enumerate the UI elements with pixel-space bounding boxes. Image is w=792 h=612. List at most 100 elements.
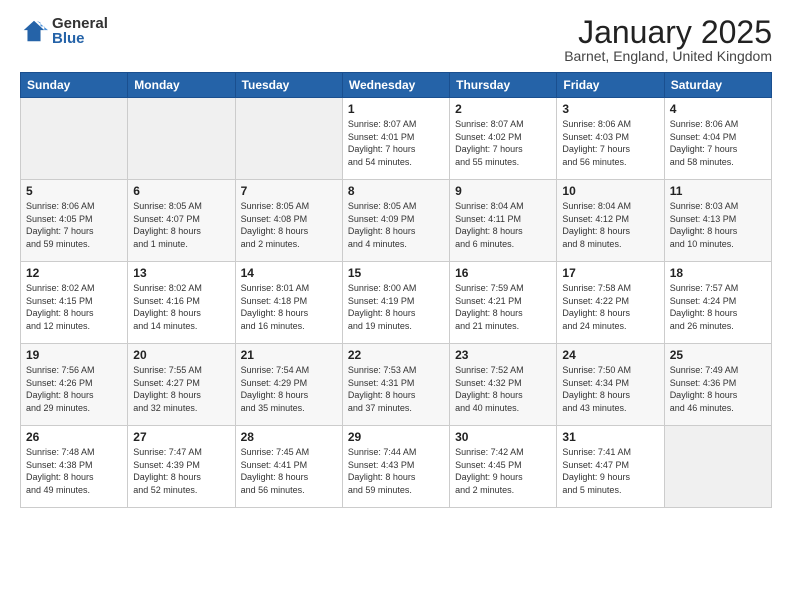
day-number: 16 bbox=[455, 266, 551, 280]
calendar-cell bbox=[21, 98, 128, 180]
calendar-cell: 11 Sunrise: 8:03 AM Sunset: 4:13 PM Dayli… bbox=[664, 180, 771, 262]
weekday-row: Sunday Monday Tuesday Wednesday Thursday… bbox=[21, 73, 772, 98]
day-number: 19 bbox=[26, 348, 122, 362]
day-number: 11 bbox=[670, 184, 766, 198]
day-info: Sunrise: 8:00 AM Sunset: 4:19 PM Dayligh… bbox=[348, 282, 444, 332]
day-number: 18 bbox=[670, 266, 766, 280]
calendar-week-2: 5Sunrise: 8:06 AM Sunset: 4:05 PM Daylig… bbox=[21, 180, 772, 262]
day-number: 9 bbox=[455, 184, 551, 198]
day-info: Sunrise: 8:07 AM Sunset: 4:02 PM Dayligh… bbox=[455, 118, 551, 168]
calendar-cell: 22Sunrise: 7:53 AM Sunset: 4:31 PM Dayli… bbox=[342, 344, 449, 426]
day-info: Sunrise: 7:48 AM Sunset: 4:38 PM Dayligh… bbox=[26, 446, 122, 496]
logo-text: General Blue bbox=[52, 16, 108, 46]
day-number: 4 bbox=[670, 102, 766, 116]
day-number: 28 bbox=[241, 430, 337, 444]
day-number: 27 bbox=[133, 430, 229, 444]
day-info: Sunrise: 8:06 AM Sunset: 4:03 PM Dayligh… bbox=[562, 118, 658, 168]
day-number: 15 bbox=[348, 266, 444, 280]
calendar-cell: 5Sunrise: 8:06 AM Sunset: 4:05 PM Daylig… bbox=[21, 180, 128, 262]
calendar-cell: 2 Sunrise: 8:07 AM Sunset: 4:02 PM Daylig… bbox=[450, 98, 557, 180]
calendar-cell: 3 Sunrise: 8:06 AM Sunset: 4:03 PM Daylig… bbox=[557, 98, 664, 180]
day-info: Sunrise: 8:02 AM Sunset: 4:15 PM Dayligh… bbox=[26, 282, 122, 332]
month-title: January 2025 bbox=[564, 16, 772, 48]
day-info: Sunrise: 7:54 AM Sunset: 4:29 PM Dayligh… bbox=[241, 364, 337, 414]
day-number: 7 bbox=[241, 184, 337, 198]
calendar-cell: 30Sunrise: 7:42 AM Sunset: 4:45 PM Dayli… bbox=[450, 426, 557, 508]
day-number: 23 bbox=[455, 348, 551, 362]
day-info: Sunrise: 7:55 AM Sunset: 4:27 PM Dayligh… bbox=[133, 364, 229, 414]
calendar-cell: 6 Sunrise: 8:05 AM Sunset: 4:07 PM Daylig… bbox=[128, 180, 235, 262]
calendar-cell bbox=[128, 98, 235, 180]
day-info: Sunrise: 7:58 AM Sunset: 4:22 PM Dayligh… bbox=[562, 282, 658, 332]
calendar-cell bbox=[235, 98, 342, 180]
calendar-body: 1Sunrise: 8:07 AM Sunset: 4:01 PM Daylig… bbox=[21, 98, 772, 508]
calendar-header: Sunday Monday Tuesday Wednesday Thursday… bbox=[21, 73, 772, 98]
day-info: Sunrise: 8:01 AM Sunset: 4:18 PM Dayligh… bbox=[241, 282, 337, 332]
col-thursday: Thursday bbox=[450, 73, 557, 98]
day-number: 22 bbox=[348, 348, 444, 362]
day-info: Sunrise: 7:49 AM Sunset: 4:36 PM Dayligh… bbox=[670, 364, 766, 414]
day-number: 1 bbox=[348, 102, 444, 116]
calendar-cell: 18 Sunrise: 7:57 AM Sunset: 4:24 PM Dayli… bbox=[664, 262, 771, 344]
calendar-week-3: 12Sunrise: 8:02 AM Sunset: 4:15 PM Dayli… bbox=[21, 262, 772, 344]
day-number: 6 bbox=[133, 184, 229, 198]
day-info: Sunrise: 8:05 AM Sunset: 4:09 PM Dayligh… bbox=[348, 200, 444, 250]
day-number: 2 bbox=[455, 102, 551, 116]
day-info: Sunrise: 7:44 AM Sunset: 4:43 PM Dayligh… bbox=[348, 446, 444, 496]
day-info: Sunrise: 8:03 AM Sunset: 4:13 PM Dayligh… bbox=[670, 200, 766, 250]
day-number: 3 bbox=[562, 102, 658, 116]
day-number: 30 bbox=[455, 430, 551, 444]
calendar-cell: 10Sunrise: 8:04 AM Sunset: 4:12 PM Dayli… bbox=[557, 180, 664, 262]
day-number: 13 bbox=[133, 266, 229, 280]
calendar-cell: 8 Sunrise: 8:05 AM Sunset: 4:09 PM Daylig… bbox=[342, 180, 449, 262]
title-area: January 2025 Barnet, England, United Kin… bbox=[564, 16, 772, 64]
calendar-cell: 1Sunrise: 8:07 AM Sunset: 4:01 PM Daylig… bbox=[342, 98, 449, 180]
col-sunday: Sunday bbox=[21, 73, 128, 98]
day-number: 14 bbox=[241, 266, 337, 280]
day-info: Sunrise: 7:52 AM Sunset: 4:32 PM Dayligh… bbox=[455, 364, 551, 414]
calendar-cell: 7 Sunrise: 8:05 AM Sunset: 4:08 PM Daylig… bbox=[235, 180, 342, 262]
day-number: 24 bbox=[562, 348, 658, 362]
day-info: Sunrise: 7:41 AM Sunset: 4:47 PM Dayligh… bbox=[562, 446, 658, 496]
col-tuesday: Tuesday bbox=[235, 73, 342, 98]
calendar-cell: 27Sunrise: 7:47 AM Sunset: 4:39 PM Dayli… bbox=[128, 426, 235, 508]
calendar-cell: 19 Sunrise: 7:56 AM Sunset: 4:26 PM Dayli… bbox=[21, 344, 128, 426]
calendar-week-5: 26Sunrise: 7:48 AM Sunset: 4:38 PM Dayli… bbox=[21, 426, 772, 508]
col-friday: Friday bbox=[557, 73, 664, 98]
calendar-cell: 31Sunrise: 7:41 AM Sunset: 4:47 PM Dayli… bbox=[557, 426, 664, 508]
calendar-cell: 13Sunrise: 8:02 AM Sunset: 4:16 PM Dayli… bbox=[128, 262, 235, 344]
calendar-week-1: 1Sunrise: 8:07 AM Sunset: 4:01 PM Daylig… bbox=[21, 98, 772, 180]
calendar-cell bbox=[664, 426, 771, 508]
day-info: Sunrise: 8:06 AM Sunset: 4:05 PM Dayligh… bbox=[26, 200, 122, 250]
day-info: Sunrise: 8:04 AM Sunset: 4:11 PM Dayligh… bbox=[455, 200, 551, 250]
calendar-week-4: 19 Sunrise: 7:56 AM Sunset: 4:26 PM Dayli… bbox=[21, 344, 772, 426]
calendar-cell: 14 Sunrise: 8:01 AM Sunset: 4:18 PM Dayli… bbox=[235, 262, 342, 344]
calendar-cell: 23 Sunrise: 7:52 AM Sunset: 4:32 PM Dayli… bbox=[450, 344, 557, 426]
day-info: Sunrise: 7:57 AM Sunset: 4:24 PM Dayligh… bbox=[670, 282, 766, 332]
day-number: 17 bbox=[562, 266, 658, 280]
day-info: Sunrise: 8:05 AM Sunset: 4:08 PM Dayligh… bbox=[241, 200, 337, 250]
calendar-cell: 25Sunrise: 7:49 AM Sunset: 4:36 PM Dayli… bbox=[664, 344, 771, 426]
day-number: 29 bbox=[348, 430, 444, 444]
location: Barnet, England, United Kingdom bbox=[564, 48, 772, 64]
day-info: Sunrise: 8:05 AM Sunset: 4:07 PM Dayligh… bbox=[133, 200, 229, 250]
calendar-cell: 9 Sunrise: 8:04 AM Sunset: 4:11 PM Daylig… bbox=[450, 180, 557, 262]
calendar-cell: 4Sunrise: 8:06 AM Sunset: 4:04 PM Daylig… bbox=[664, 98, 771, 180]
col-wednesday: Wednesday bbox=[342, 73, 449, 98]
day-info: Sunrise: 7:59 AM Sunset: 4:21 PM Dayligh… bbox=[455, 282, 551, 332]
day-number: 8 bbox=[348, 184, 444, 198]
calendar-cell: 16 Sunrise: 7:59 AM Sunset: 4:21 PM Dayli… bbox=[450, 262, 557, 344]
calendar-cell: 29 Sunrise: 7:44 AM Sunset: 4:43 PM Dayli… bbox=[342, 426, 449, 508]
calendar-cell: 12Sunrise: 8:02 AM Sunset: 4:15 PM Dayli… bbox=[21, 262, 128, 344]
day-number: 10 bbox=[562, 184, 658, 198]
day-info: Sunrise: 7:50 AM Sunset: 4:34 PM Dayligh… bbox=[562, 364, 658, 414]
page: General Blue January 2025 Barnet, Englan… bbox=[0, 0, 792, 612]
day-info: Sunrise: 7:56 AM Sunset: 4:26 PM Dayligh… bbox=[26, 364, 122, 414]
day-number: 21 bbox=[241, 348, 337, 362]
day-number: 20 bbox=[133, 348, 229, 362]
col-monday: Monday bbox=[128, 73, 235, 98]
calendar-cell: 20 Sunrise: 7:55 AM Sunset: 4:27 PM Dayli… bbox=[128, 344, 235, 426]
calendar-cell: 26Sunrise: 7:48 AM Sunset: 4:38 PM Dayli… bbox=[21, 426, 128, 508]
calendar: Sunday Monday Tuesday Wednesday Thursday… bbox=[20, 72, 772, 508]
calendar-cell: 15 Sunrise: 8:00 AM Sunset: 4:19 PM Dayli… bbox=[342, 262, 449, 344]
